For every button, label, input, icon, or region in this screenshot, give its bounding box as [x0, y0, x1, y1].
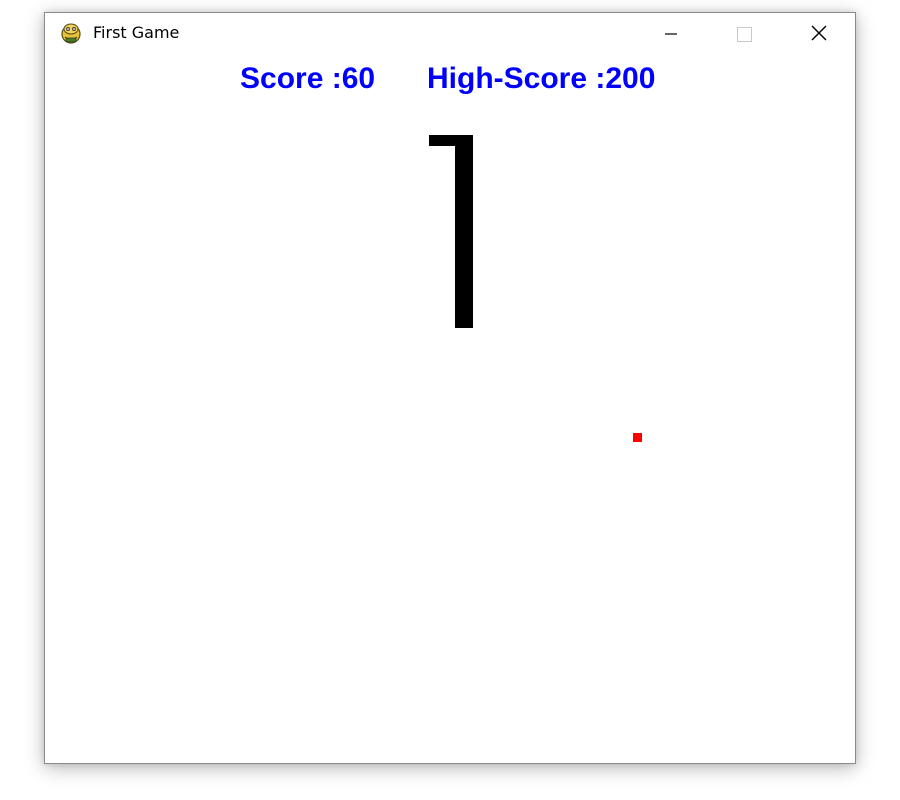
high-score-label: High-Score :200: [427, 62, 656, 95]
minimize-icon: [665, 33, 677, 35]
maximize-icon: [737, 27, 752, 42]
pygame-snake-icon: [59, 21, 83, 45]
minimize-button[interactable]: [641, 13, 701, 53]
game-canvas[interactable]: Score :60 High-Score :200: [45, 53, 855, 763]
window-title: First Game: [93, 23, 180, 42]
close-button[interactable]: [789, 13, 849, 53]
food-pellet: [633, 433, 642, 442]
snake-body-segment: [455, 135, 473, 328]
title-bar[interactable]: First Game: [45, 13, 855, 53]
score-bar: Score :60 High-Score :200: [45, 57, 855, 97]
game-window: First Game Score :60 High-Score :200: [44, 12, 856, 764]
close-icon: [811, 25, 827, 41]
score-label: Score :60: [240, 62, 376, 95]
maximize-button[interactable]: [713, 13, 773, 53]
